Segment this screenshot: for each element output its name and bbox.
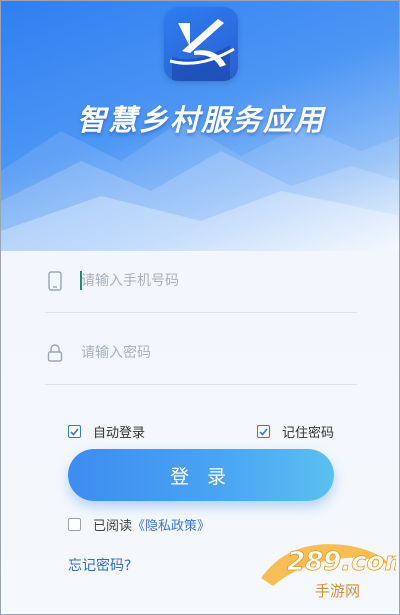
forgot-password-link[interactable]: 忘记密码? <box>68 555 131 575</box>
watermark-tagline: 手游网 <box>315 582 360 600</box>
agree-checkbox[interactable] <box>68 518 81 531</box>
login-button[interactable]: 登 录 <box>68 449 334 501</box>
logo-mark-icon <box>169 19 235 81</box>
phone-input[interactable] <box>81 273 341 289</box>
lock-icon <box>45 342 65 364</box>
login-screen: 智慧乡村服务应用 自动登录 记住密码 登 <box>0 0 400 615</box>
password-field[interactable] <box>45 333 357 373</box>
app-logo <box>164 7 238 81</box>
agree-prefix: 已阅读 <box>93 519 133 534</box>
phone-divider <box>45 312 357 313</box>
hero-banner: 智慧乡村服务应用 <box>1 1 399 251</box>
password-input[interactable] <box>81 345 341 361</box>
app-title: 智慧乡村服务应用 <box>76 103 325 137</box>
text-cursor <box>80 271 82 290</box>
phone-field[interactable] <box>45 261 357 301</box>
check-icon <box>257 425 270 438</box>
remember-password-label: 记住密码 <box>282 426 335 441</box>
watermark-brand: 289.com <box>287 547 396 577</box>
password-divider <box>45 384 357 385</box>
phone-icon <box>45 270 65 292</box>
auto-login-checkbox[interactable]: 自动登录 <box>68 422 145 441</box>
site-watermark: 289.com 手游网 <box>251 526 399 606</box>
check-icon <box>68 425 81 438</box>
remember-password-checkbox[interactable]: 记住密码 <box>257 422 334 441</box>
privacy-agreement: 已阅读 《隐私政策》 <box>68 515 210 534</box>
auto-login-label: 自动登录 <box>93 426 146 441</box>
privacy-policy-link[interactable]: 《隐私政策》 <box>132 515 210 534</box>
